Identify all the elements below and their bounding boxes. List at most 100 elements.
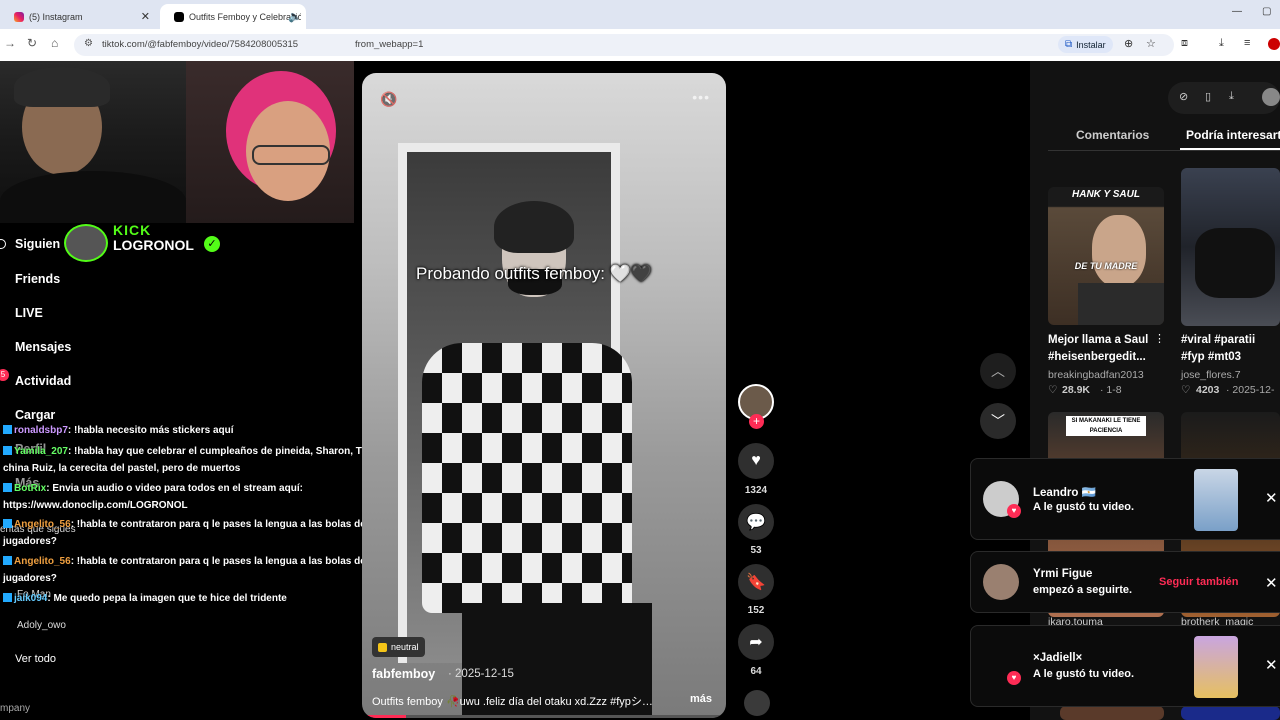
- forward-icon[interactable]: →: [4, 36, 16, 50]
- more-options-icon[interactable]: ⋮: [1154, 332, 1165, 345]
- media-control-icon[interactable]: ≡: [1244, 37, 1250, 49]
- maximize-icon[interactable]: ▢: [1262, 6, 1271, 17]
- share-count: 64: [750, 666, 762, 677]
- compass-icon[interactable]: ⊘: [1179, 90, 1188, 103]
- install-app-button[interactable]: ⧉ Instalar: [1058, 36, 1113, 53]
- download-icon[interactable]: ⤓: [1219, 37, 1224, 50]
- notification-toast[interactable]: ♥ Leandro 🇦🇷 A le gustó tu video. ✕: [970, 458, 1280, 540]
- notification-name: ×Jadiell×: [1033, 652, 1083, 664]
- sidebar-item-following[interactable]: Siguien: [15, 237, 60, 251]
- site-info-icon[interactable]: ⚙: [84, 38, 93, 49]
- chevron-down-icon: ﹀: [991, 413, 1005, 429]
- close-icon[interactable]: ✕: [1265, 656, 1278, 674]
- share-icon: ➦: [749, 634, 763, 651]
- notification-toast[interactable]: Yrmi Figue empezó a seguirte. Seguir tam…: [970, 551, 1280, 613]
- chevron-up-icon: ︿: [991, 363, 1005, 379]
- sidebar-item-friends[interactable]: Friends: [15, 272, 60, 286]
- follow-back-button[interactable]: Seguir también: [1159, 576, 1238, 588]
- tag-icon: [378, 642, 387, 652]
- save-count: 152: [747, 605, 765, 616]
- video-player[interactable]: Probando outfits femboy: 🤍🖤 🔇 ••• neutra…: [362, 73, 726, 718]
- see-all-link[interactable]: Ver todo: [15, 653, 56, 665]
- like-button[interactable]: ♥: [738, 443, 774, 479]
- video-date: · 2025-12-15: [448, 668, 514, 680]
- reload-icon[interactable]: ↻: [27, 36, 37, 50]
- comment-button[interactable]: 💬: [738, 504, 774, 540]
- install-icon: ⧉: [1065, 39, 1073, 50]
- more-options-icon[interactable]: •••: [692, 89, 710, 105]
- video-frame-person: [422, 343, 632, 613]
- notification-toast[interactable]: ♥ ×Jadiell× A le gustó tu video. ✕: [970, 625, 1280, 707]
- video-date: · 2025-12-: [1226, 384, 1275, 396]
- footer-company[interactable]: mpany: [0, 703, 30, 714]
- comment-icon: 💬: [746, 514, 766, 531]
- tab-active-indicator: [1180, 148, 1280, 150]
- chat-user: BotRix: [14, 483, 47, 494]
- tab-instagram[interactable]: (5) Instagram ✕: [0, 4, 158, 29]
- bookmark-star-icon[interactable]: ☆: [1146, 37, 1156, 50]
- video-thumbnail[interactable]: [1181, 168, 1280, 326]
- save-button[interactable]: 🔖: [738, 564, 774, 600]
- heart-outline-icon: ♡: [1181, 384, 1191, 396]
- previous-video-button[interactable]: ︿: [980, 353, 1016, 389]
- video-date: · 1-8: [1100, 384, 1122, 396]
- device-icon[interactable]: ▯: [1205, 90, 1211, 103]
- video-frame-hair: [494, 201, 574, 253]
- instagram-icon: [14, 11, 24, 22]
- chat-badge-icon: [3, 519, 12, 528]
- caption-more-link[interactable]: más: [690, 693, 712, 705]
- home-icon[interactable]: ⌂: [51, 36, 58, 50]
- following-icon: [0, 239, 6, 249]
- sidebar-item-upload[interactable]: Cargar: [15, 408, 55, 422]
- follow-plus-icon[interactable]: +: [749, 414, 764, 429]
- share-button[interactable]: ➦: [738, 624, 774, 660]
- tab-label: Outfits Femboy y Celebració: [189, 11, 301, 22]
- next-video-button[interactable]: ﹀: [980, 403, 1016, 439]
- music-disc-icon[interactable]: [744, 690, 770, 716]
- notification-message: empezó a seguirte.: [1033, 584, 1133, 596]
- minimize-icon[interactable]: —: [1232, 6, 1242, 17]
- like-count: 1324: [744, 485, 768, 496]
- following-account[interactable]: Adoly_owo: [17, 620, 66, 631]
- volume-icon[interactable]: 🔇: [380, 91, 397, 108]
- video-title[interactable]: #viral #paratii: [1181, 332, 1280, 349]
- video-progress-bar[interactable]: [362, 715, 726, 718]
- video-title[interactable]: Mejor llama a Saul: [1048, 332, 1170, 349]
- video-author[interactable]: fabfemboy: [372, 667, 435, 681]
- sidebar-item-live[interactable]: LIVE: [15, 306, 43, 320]
- video-thumbnail[interactable]: [1181, 706, 1280, 720]
- profile-icon[interactable]: [1268, 38, 1280, 50]
- chat-user: Angelito_56: [14, 519, 71, 530]
- video-author[interactable]: jose_flores.7: [1181, 369, 1241, 381]
- video-author[interactable]: breakingbadfan2013: [1048, 369, 1144, 381]
- video-thumbnail[interactable]: [1060, 706, 1164, 720]
- close-icon[interactable]: ✕: [1265, 574, 1278, 592]
- chat-message: jaik094: Me quedo pepa la imagen que te …: [3, 590, 418, 607]
- tab-tiktok[interactable]: Outfits Femboy y Celebració 🔈: [160, 4, 306, 29]
- user-avatar[interactable]: [1262, 88, 1280, 106]
- chat-user: Angelito_56: [14, 556, 71, 567]
- tab-comments[interactable]: Comentarios: [1076, 128, 1149, 142]
- video-title-tags: #heisenbergedit...: [1048, 351, 1146, 363]
- install-label: Instalar: [1076, 39, 1106, 50]
- thumbnail-text: SI MAKANAKI LE TIENE PACIENCIA: [1066, 416, 1146, 436]
- download-video-icon[interactable]: ⤓: [1229, 90, 1234, 103]
- video-thumbnail[interactable]: HANK Y SAUL DE TU MADRE: [1048, 187, 1164, 325]
- close-icon[interactable]: ✕: [1265, 489, 1278, 507]
- bookmark-icon: 🔖: [746, 574, 766, 591]
- comment-count: 53: [750, 545, 762, 556]
- activity-badge: 5: [0, 369, 9, 381]
- tab-recommended[interactable]: Podría interesarte: [1186, 128, 1280, 142]
- mute-tab-icon[interactable]: 🔈: [288, 10, 302, 23]
- kick-logo: KICK: [113, 222, 152, 238]
- zoom-icon[interactable]: ⊕: [1124, 37, 1133, 50]
- close-tab-icon[interactable]: ✕: [141, 10, 150, 23]
- effect-tag[interactable]: neutral: [372, 637, 425, 657]
- verified-icon: ✓: [204, 236, 220, 252]
- notification-avatar: [983, 564, 1019, 600]
- chat-badge-icon: [3, 446, 12, 455]
- heart-icon: ♥: [751, 452, 761, 469]
- sidebar-item-messages[interactable]: Mensajes: [15, 340, 71, 354]
- extensions-icon[interactable]: ⧈: [1181, 37, 1188, 50]
- sidebar-item-activity[interactable]: Actividad: [15, 374, 71, 388]
